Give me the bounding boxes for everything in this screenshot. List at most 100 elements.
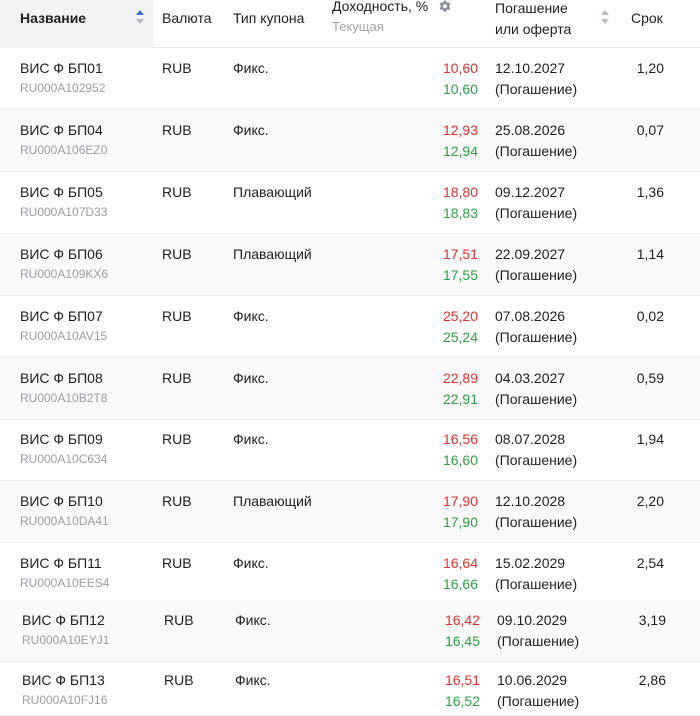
bond-isin: RU000A10EES4 [20,576,110,590]
currency-value: RUB [162,493,192,509]
bond-name[interactable]: ВИС Ф БП08 [20,370,103,386]
bond-name-cell[interactable]: ВИС Ф БП04 RU000A106EZ0 [0,110,153,171]
term-value: 3,19 [638,612,666,628]
bond-name-cell[interactable]: ВИС Ф БП12 RU000A10EYJ1 [0,600,153,661]
coupon-type-value: Фикс. [233,370,269,386]
gear-icon[interactable] [438,0,452,13]
bond-name[interactable]: ВИС Ф БП09 [20,431,103,447]
bond-name-cell[interactable]: ВИС Ф БП09 RU000A10C634 [0,419,153,480]
table-row[interactable]: ВИС Ф БП10 RU000A10DA41 RUB Плавающий 17,90 1… [0,481,700,543]
bond-name-cell[interactable]: ВИС Ф БП01 RU000A102952 [0,48,153,109]
bond-isin: RU000A106EZ0 [20,143,108,157]
maturity-date: 12.10.2027 [495,60,566,76]
column-header-name[interactable]: Название [0,0,153,48]
bond-name[interactable]: ВИС Ф БП05 [20,184,103,200]
yield-value-secondary: 16,52 [444,693,480,709]
yield-value-secondary: 17,90 [442,514,478,530]
bond-name-cell[interactable]: ВИС Ф БП11 RU000A10EES4 [0,543,153,604]
maturity-date: 07.08.2026 [495,308,566,324]
yield-value-secondary: 25,24 [442,329,478,345]
bond-name[interactable]: ВИС Ф БП06 [20,246,103,262]
maturity-type: (Погашение) [495,81,578,97]
coupon-type-value: Фикс. [233,60,269,76]
bond-name-cell[interactable]: ВИС Ф БП07 RU000A10AV15 [0,296,153,357]
bond-isin: RU000A10B2T8 [20,391,108,405]
bond-name-cell[interactable]: ВИС Ф БП13 RU000A10FJ16 [0,660,153,716]
column-header-term[interactable]: Срок [631,10,663,26]
maturity-type: (Погашение) [495,205,578,221]
term-value: 2,54 [636,555,664,571]
column-header-currency[interactable]: Валюта [162,10,212,26]
bond-name-cell[interactable]: ВИС Ф БП05 RU000A107D33 [0,172,153,233]
table-row[interactable]: ВИС Ф БП09 RU000A10C634 RUB Фикс. 16,56 16,60… [0,419,700,481]
bond-isin: RU000A10DA41 [20,514,109,528]
bond-name[interactable]: ВИС Ф БП11 [20,555,102,571]
currency-value: RUB [162,308,192,324]
yield-value-primary: 16,56 [442,431,478,447]
table-row[interactable]: ВИС Ф БП05 RU000A107D33 RUB Плавающий 18,80 1… [0,172,700,234]
sort-arrows-icon[interactable] [600,8,610,26]
table-row[interactable]: ВИС Ф БП01 RU000A102952 RUB Фикс. 10,60 10,60… [0,48,700,110]
maturity-type: (Погашение) [497,633,580,649]
bond-isin: RU000A10C634 [20,452,108,466]
bond-name[interactable]: ВИС Ф БП10 [20,493,103,509]
table-row[interactable]: ВИС Ф БП13 RU000A10FJ16 RUB Фикс. 16,51 16,52… [0,660,700,716]
bond-isin: RU000A10FJ16 [22,693,108,707]
maturity-date: 15.02.2029 [495,555,566,571]
term-value: 2,86 [638,672,666,688]
yield-value-primary: 16,64 [442,555,478,571]
maturity-type: (Погашение) [495,576,578,592]
yield-value-secondary: 10,60 [442,81,478,97]
maturity-type: (Погашение) [495,452,578,468]
maturity-date: 09.10.2029 [497,612,568,628]
bond-name-cell[interactable]: ВИС Ф БП08 RU000A10B2T8 [0,358,153,419]
bond-name[interactable]: ВИС Ф БП12 [22,612,105,628]
yield-value-secondary: 16,66 [442,576,478,592]
maturity-type: (Погашение) [495,267,578,283]
coupon-type-value: Фикс. [235,672,271,688]
currency-value: RUB [164,672,194,688]
maturity-date: 22.09.2027 [495,246,566,262]
column-header-maturity-line1: Погашение [495,0,568,16]
term-value: 1,20 [636,60,664,76]
bond-name[interactable]: ВИС Ф БП04 [20,122,103,138]
maturity-type: (Погашение) [495,143,578,159]
table-row[interactable]: ВИС Ф БП07 RU000A10AV15 RUB Фикс. 25,20 25,24… [0,296,700,358]
table-row[interactable]: ВИС Ф БП04 RU000A106EZ0 RUB Фикс. 12,93 12,94… [0,110,700,172]
bond-isin: RU000A102952 [20,81,106,95]
table-row[interactable]: ВИС Ф БП11 RU000A10EES4 RUB Фикс. 16,64 16,66… [0,543,700,605]
yield-value-primary: 10,60 [442,60,478,76]
yield-value-secondary: 18,83 [442,205,478,221]
currency-value: RUB [162,555,192,571]
term-value: 0,59 [636,370,664,386]
sort-arrows-icon[interactable] [134,8,146,26]
bond-name[interactable]: ВИС Ф БП01 [20,60,103,76]
column-header-maturity[interactable]: Погашение или оферта [495,0,571,40]
column-header-maturity-line2: или оферта [495,21,572,37]
table-row[interactable]: ВИС Ф БП06 RU000A109KX6 RUB Плавающий 17,51 1… [0,234,700,296]
maturity-date: 10.06.2029 [497,672,568,688]
bond-name[interactable]: ВИС Ф БП13 [22,672,105,688]
yield-value-secondary: 22,91 [442,391,478,407]
column-header-yield[interactable]: Доходность, % Текущая [332,0,428,34]
currency-value: RUB [162,122,192,138]
coupon-type-value: Плавающий [233,184,312,200]
maturity-date: 09.12.2027 [495,184,566,200]
maturity-date: 25.08.2026 [495,122,566,138]
currency-value: RUB [162,431,192,447]
bond-isin: RU000A10AV15 [20,329,108,343]
table-header: Название Валюта Тип купона Доходность, %… [0,0,700,48]
bond-name[interactable]: ВИС Ф БП07 [20,308,103,324]
table-row[interactable]: ВИС Ф БП08 RU000A10B2T8 RUB Фикс. 22,89 22,91… [0,358,700,420]
bond-name-cell[interactable]: ВИС Ф БП10 RU000A10DA41 [0,481,153,542]
bond-isin: RU000A109KX6 [20,267,109,281]
yield-value-secondary: 17,55 [442,267,478,283]
yield-value-primary: 25,20 [442,308,478,324]
yield-value-secondary: 12,94 [442,143,478,159]
yield-value-primary: 18,80 [442,184,478,200]
bond-name-cell[interactable]: ВИС Ф БП06 RU000A109KX6 [0,234,153,295]
table-row[interactable]: ВИС Ф БП12 RU000A10EYJ1 RUB Фикс. 16,42 16,45… [0,600,700,662]
yield-value-secondary: 16,60 [442,452,478,468]
column-header-coupon-type[interactable]: Тип купона [233,10,304,26]
bond-isin: RU000A10EYJ1 [22,633,110,647]
